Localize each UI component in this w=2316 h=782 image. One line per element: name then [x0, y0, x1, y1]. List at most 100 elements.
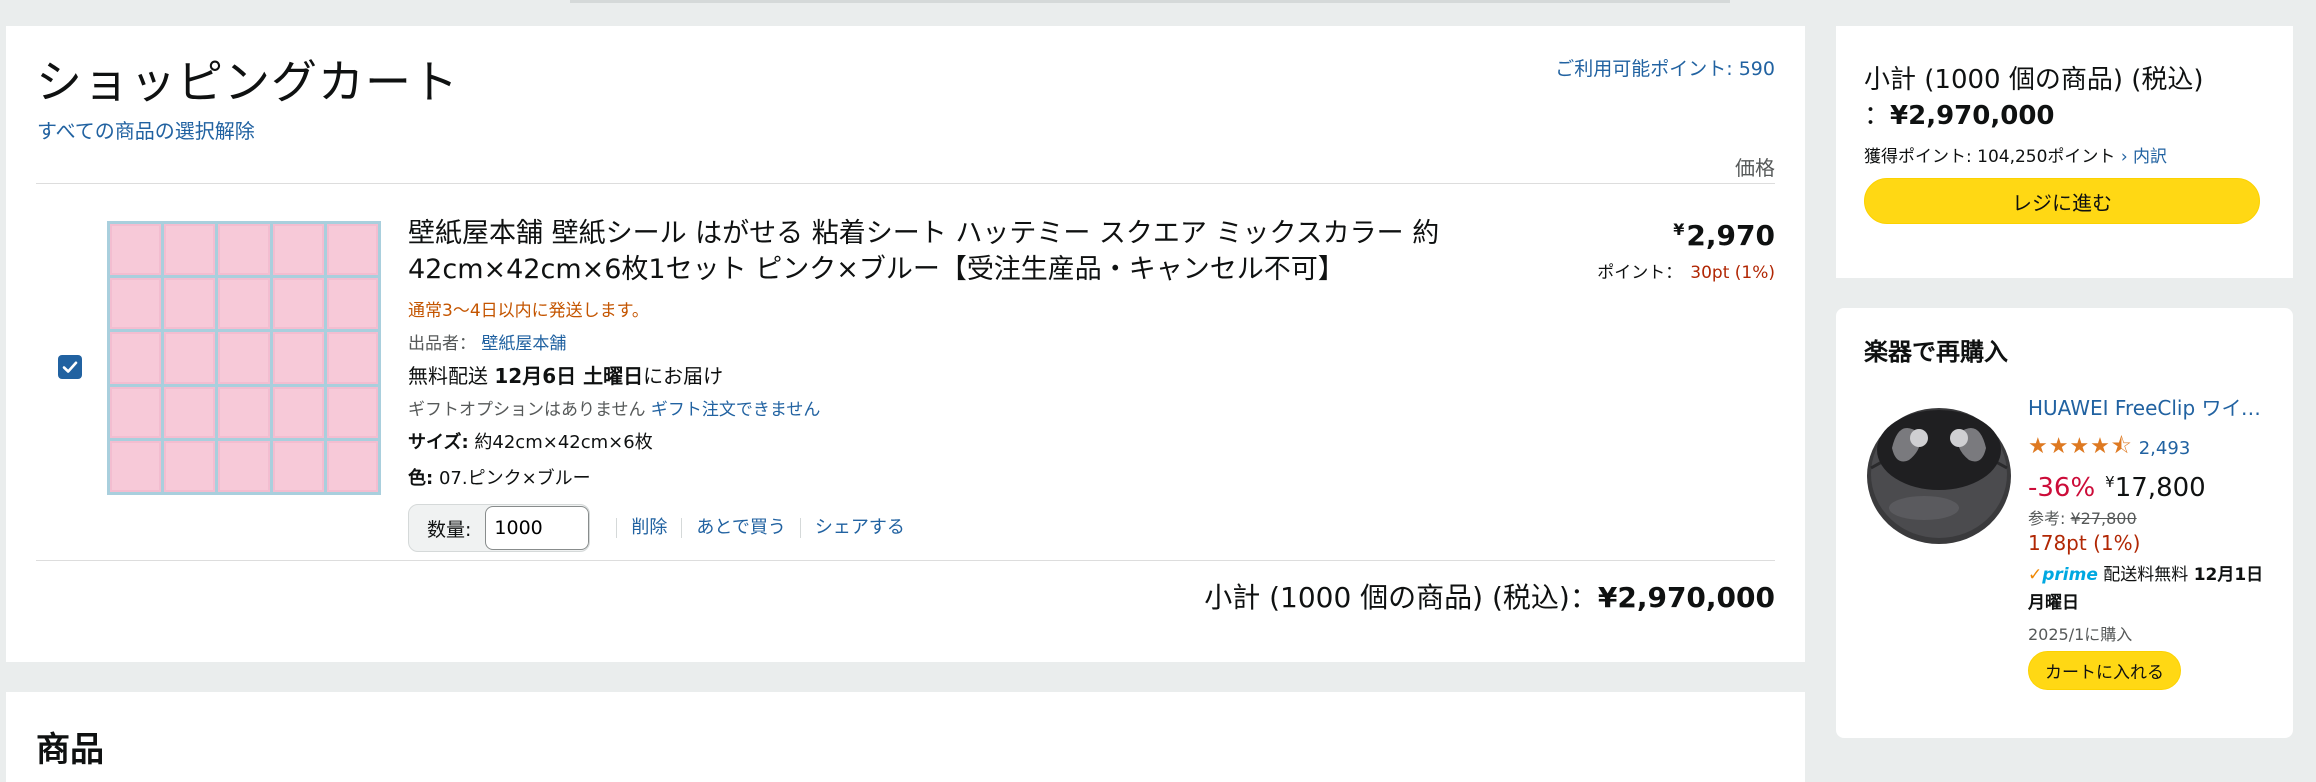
divider: [36, 560, 1775, 561]
bought-on: 2025/1に購入: [2028, 625, 2133, 644]
rebuy-points: 178pt (1%): [2028, 531, 2141, 555]
product-title[interactable]: 壁紙屋本舗 壁紙シール はがせる 粘着シート ハッテミー スクエア ミックスカラ…: [408, 216, 1498, 288]
price-value: 2,970: [1686, 219, 1775, 252]
seller-line: 出品者： 壁紙屋本舗: [408, 329, 1498, 354]
checkout-subtotal-sep: ：: [1864, 101, 1891, 131]
delivery-prefix: 無料配送: [408, 364, 488, 388]
image-tile: [110, 332, 162, 384]
size-attribute: サイズ: 約42cm×42cm×6枚: [408, 428, 1498, 454]
seller-label: 出品者：: [408, 334, 476, 354]
rating-count[interactable]: 2,493: [2139, 438, 2191, 459]
image-tile: [110, 386, 162, 438]
delivery-suffix: にお届け: [643, 364, 724, 388]
page-title: ショッピングカート: [36, 55, 459, 109]
image-tile: [218, 386, 270, 438]
checkout-subtotal: 小計 (1000 個の商品) (税込) ：¥2,970,000: [1864, 62, 2274, 134]
rebuy-price-value: 17,800: [2114, 473, 2206, 503]
products-heading: 商品: [36, 730, 104, 770]
rebuy-heading: 楽器で再購入: [1864, 338, 2008, 366]
gift-link[interactable]: ギフト注文できません: [651, 400, 821, 420]
image-tile: [272, 440, 324, 492]
gift-line: ギフトオプションはありません ギフト注文できません: [408, 395, 1498, 420]
gift-text: ギフトオプションはありません: [408, 400, 646, 420]
seller-link[interactable]: 壁紙屋本舗: [481, 334, 566, 354]
item-details: 壁紙屋本舗 壁紙シール はがせる 粘着シート ハッテミー スクエア ミックスカラ…: [408, 216, 1498, 552]
image-tile: [164, 332, 216, 384]
rebuy-panel: 楽器で再購入 HUAWEI FreeClip ワイヤレスイヤホン ★★★★⯪ 2…: [1836, 308, 2293, 738]
image-tile: [326, 332, 378, 384]
delivery-date: 12月6日 土曜日: [494, 364, 644, 388]
image-tile: [218, 440, 270, 492]
currency-symbol: ¥: [1673, 220, 1685, 239]
image-tile: [110, 224, 162, 276]
image-tile: [164, 440, 216, 492]
subtotal-value: ¥2,970,000: [1597, 581, 1775, 614]
available-points-link[interactable]: ご利用可能ポイント: 590: [1555, 54, 1775, 81]
item-price-block: ¥2,970 ポイント： 30pt (1%): [1597, 219, 1775, 283]
quantity-control: 数量:: [408, 504, 591, 552]
rebuy-price: -36% ¥17,800: [2028, 473, 2273, 503]
image-tile: [272, 386, 324, 438]
quantity-label: 数量:: [427, 518, 472, 541]
earn-points: 獲得ポイント: 104,250ポイント › 内訳: [1864, 142, 2167, 167]
image-tile: [110, 278, 162, 330]
delete-link[interactable]: 削除: [616, 518, 681, 538]
delivery-line: 無料配送 12月6日 土曜日にお届け: [408, 360, 1498, 389]
products-section: 商品: [6, 692, 1805, 782]
rebuy-item-info: HUAWEI FreeClip ワイヤレスイヤホン ★★★★⯪ 2,493 -3…: [2028, 392, 2273, 690]
image-tile: [326, 224, 378, 276]
share-link[interactable]: シェアする: [799, 518, 919, 538]
image-tile: [326, 278, 378, 330]
star-rating-icon: ★★★★⯪: [2028, 434, 2133, 459]
checkout-panel: 小計 (1000 個の商品) (税込) ：¥2,970,000 獲得ポイント: …: [1836, 26, 2293, 278]
prime-logo-icon: ✓prime: [2028, 565, 2098, 585]
reference-label: 参考:: [2028, 509, 2066, 528]
image-tile: [326, 386, 378, 438]
size-value: 約42cm×42cm×6枚: [474, 432, 653, 453]
color-label: 色:: [408, 468, 434, 489]
image-tile: [326, 440, 378, 492]
image-tile: [164, 386, 216, 438]
deselect-all-link[interactable]: すべての商品の選択解除: [37, 115, 255, 144]
product-image[interactable]: [107, 221, 381, 495]
save-for-later-link[interactable]: あとで買う: [681, 518, 799, 538]
ship-notice: 通常3～4日以内に発送します。: [408, 301, 649, 321]
rating[interactable]: ★★★★⯪ 2,493: [2028, 429, 2273, 467]
discount-percent: -36%: [2028, 473, 2096, 503]
rebuy-product-name[interactable]: HUAWEI FreeClip ワイヤレスイヤホン: [2028, 392, 2273, 421]
breakdown-link[interactable]: › 内訳: [2121, 147, 2167, 167]
subtotal-label: 小計 (1000 個の商品) (税込)：: [1204, 581, 1598, 614]
color-attribute: 色: 07.ピンク×ブルー: [408, 464, 1498, 490]
shipping-text: 配送料無料: [2103, 565, 2189, 585]
checkout-subtotal-label: 小計 (1000 個の商品) (税込): [1864, 65, 2204, 95]
color-value: 07.ピンク×ブルー: [438, 468, 591, 489]
cart-subtotal: 小計 (1000 個の商品) (税込)：¥2,970,000: [1204, 576, 1775, 616]
item-select-checkbox[interactable]: [58, 355, 82, 379]
reference-price: 参考: ¥27,800: [2028, 505, 2273, 529]
item-points: ポイント： 30pt (1%): [1597, 258, 1775, 283]
cart-panel: ショッピングカート すべての商品の選択解除 ご利用可能ポイント: 590 価格 …: [6, 26, 1805, 662]
top-strip: [570, 0, 1730, 3]
image-tile: [272, 224, 324, 276]
divider: [36, 183, 1775, 184]
proceed-to-checkout-button[interactable]: レジに進む: [1864, 178, 2260, 224]
image-tile: [164, 224, 216, 276]
currency-symbol: ¥: [2105, 473, 2115, 491]
earn-points-text: 獲得ポイント: 104,250ポイント: [1864, 147, 2116, 167]
price-column-header: 価格: [1735, 156, 1775, 180]
image-tile: [164, 278, 216, 330]
earbuds-product-image[interactable]: [1864, 388, 2014, 548]
checkmark-icon: [62, 361, 78, 373]
points-label: ポイント：: [1597, 263, 1683, 283]
quantity-input[interactable]: [485, 506, 590, 550]
image-tile: [272, 278, 324, 330]
checkout-subtotal-value: ¥2,970,000: [1890, 101, 2055, 131]
item-price: ¥2,970: [1597, 219, 1775, 252]
reference-price-value: ¥27,800: [2070, 509, 2137, 528]
image-tile: [218, 224, 270, 276]
item-actions: 数量: 削除 あとで買う シェアする: [408, 504, 1498, 552]
add-to-cart-button[interactable]: カートに入れる: [2028, 651, 2181, 690]
size-label: サイズ:: [408, 432, 469, 453]
points-value: 30pt (1%): [1690, 263, 1775, 283]
rebuy-shipping: ✓prime 配送料無料 12月1日 月曜日: [2028, 561, 2273, 617]
